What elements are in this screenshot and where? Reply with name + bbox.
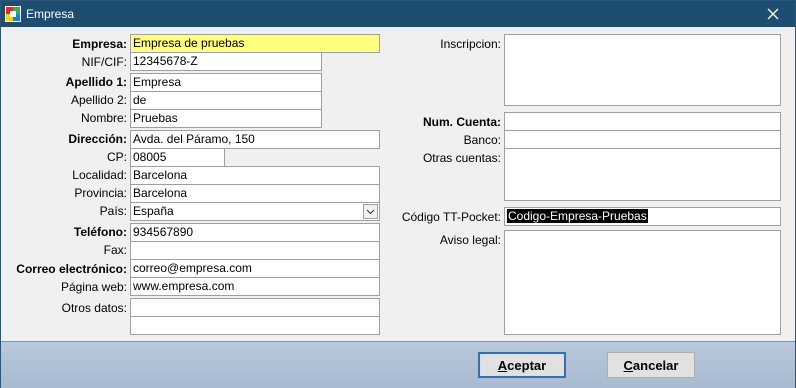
- title-bar: Empresa: [1, 1, 795, 27]
- direccion-label: Dirección:: [68, 132, 127, 146]
- close-icon: [767, 8, 779, 20]
- empresa-dialog: Empresa Empresa: Empresa de pruebas NIF/…: [0, 0, 796, 388]
- pais-dropdown-button[interactable]: [363, 204, 378, 219]
- fax-field[interactable]: [130, 241, 380, 260]
- empresa-label: Empresa:: [72, 37, 127, 51]
- app-icon: [5, 6, 21, 22]
- fax-label: Fax:: [103, 243, 127, 257]
- otras-cuentas-textarea[interactable]: [504, 148, 781, 201]
- pais-value: España: [133, 204, 174, 218]
- num-cuenta-label: Num. Cuenta:: [423, 115, 501, 129]
- localidad-field[interactable]: Barcelona: [130, 166, 380, 185]
- cancelar-button[interactable]: Cancelar: [607, 352, 695, 378]
- nif-field[interactable]: 12345678-Z: [130, 52, 322, 71]
- cancelar-mnemonic: C: [623, 357, 633, 373]
- cp-label: CP:: [106, 150, 127, 164]
- telefono-field[interactable]: 934567890: [130, 223, 380, 242]
- aceptar-label: ceptar: [507, 357, 547, 373]
- localidad-label: Localidad:: [72, 168, 127, 182]
- otras-cuentas-label: Otras cuentas:: [422, 151, 501, 165]
- nombre-label: Nombre:: [80, 111, 127, 125]
- nif-label: NIF/CIF:: [81, 55, 127, 69]
- close-button[interactable]: [751, 1, 795, 27]
- banco-label: Banco:: [463, 133, 501, 147]
- aviso-legal-label: Aviso legal:: [439, 233, 501, 247]
- banco-field[interactable]: [504, 130, 781, 149]
- correo-label: Correo electrónico:: [16, 262, 127, 276]
- pais-label: País:: [99, 204, 127, 218]
- inscripcion-textarea[interactable]: [504, 34, 781, 106]
- apellido2-label: Apellido 2:: [70, 93, 127, 107]
- otros-datos-line1[interactable]: [130, 298, 380, 317]
- aviso-legal-textarea[interactable]: [504, 230, 781, 335]
- inscripcion-label: Inscripcion:: [440, 37, 501, 51]
- num-cuenta-field[interactable]: [504, 112, 781, 131]
- web-field[interactable]: www.empresa.com: [130, 277, 380, 296]
- nombre-field[interactable]: Pruebas: [130, 109, 322, 128]
- web-label: Página web:: [60, 280, 127, 294]
- cp-field[interactable]: 08005: [130, 148, 225, 167]
- otros-datos-label: Otros datos:: [61, 301, 127, 315]
- tt-pocket-field[interactable]: Codigo-Empresa-Pruebas: [504, 207, 781, 226]
- chevron-down-icon: [366, 209, 375, 214]
- button-bar: Aceptar Cancelar: [1, 341, 795, 388]
- tt-pocket-label: Código TT-Pocket:: [401, 210, 501, 224]
- apellido1-field[interactable]: Empresa: [130, 73, 322, 92]
- tt-pocket-value: Codigo-Empresa-Pruebas: [507, 209, 648, 223]
- provincia-label: Provincia:: [74, 186, 127, 200]
- direccion-field[interactable]: Avda. del Páramo, 150: [130, 130, 380, 149]
- aceptar-mnemonic: A: [497, 357, 508, 373]
- correo-field[interactable]: correo@empresa.com: [130, 259, 380, 278]
- telefono-label: Teléfono:: [73, 225, 127, 239]
- window-title: Empresa: [26, 7, 75, 21]
- cancelar-label: ancelar: [632, 357, 679, 373]
- apellido2-field[interactable]: de: [130, 91, 322, 110]
- pais-select[interactable]: España: [130, 202, 380, 221]
- apellido1-label: Apellido 1:: [65, 75, 127, 89]
- otros-datos-line2[interactable]: [130, 316, 380, 335]
- form-area: Empresa: Empresa de pruebas NIF/CIF: 123…: [1, 27, 795, 341]
- aceptar-button[interactable]: Aceptar: [478, 352, 566, 378]
- empresa-field[interactable]: Empresa de pruebas: [130, 34, 380, 53]
- provincia-field[interactable]: Barcelona: [130, 184, 380, 203]
